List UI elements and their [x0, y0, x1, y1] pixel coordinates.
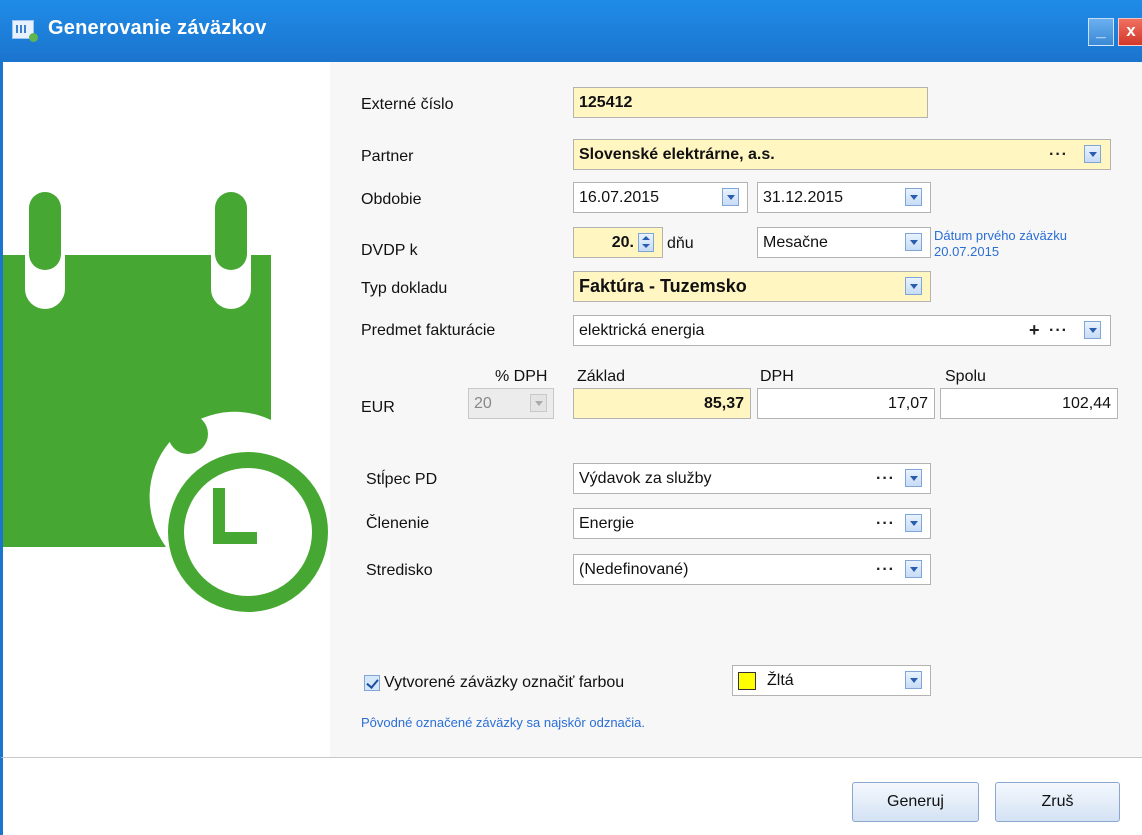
- first-liability-date: 20.07.2015: [934, 244, 1000, 259]
- division-dropdown-button[interactable]: [905, 514, 922, 532]
- vat-amount-value: 17,07: [887, 395, 928, 412]
- pd-column-more-button[interactable]: ···: [876, 464, 895, 493]
- footer: Generuj Zruš: [0, 757, 1142, 835]
- center-more-button[interactable]: ···: [876, 555, 895, 584]
- total-amount-value: 102,44: [1062, 395, 1111, 412]
- subject-field[interactable]: elektrická energia + ···: [573, 315, 1111, 346]
- color-select[interactable]: Žltá: [732, 665, 931, 696]
- external-number-label: Externé číslo: [361, 96, 454, 113]
- doc-type-value: Faktúra - Tuzemsko: [579, 276, 747, 296]
- center-select[interactable]: (Nedefinované) ···: [573, 554, 931, 585]
- center-dropdown-button[interactable]: [905, 560, 922, 578]
- first-liability-label: Dátum prvého záväzku: [934, 228, 1067, 243]
- vat-rate-select[interactable]: 20: [468, 388, 554, 419]
- base-amount-field[interactable]: 85,37: [573, 388, 751, 419]
- division-select[interactable]: Energie ···: [573, 508, 931, 539]
- title-bar: Generovanie záväzkov _ x: [0, 0, 1142, 62]
- vat-header: DPH: [760, 368, 794, 385]
- partner-field[interactable]: Slovenské elektrárne, a.s. ···: [573, 139, 1111, 170]
- frequency-value: Mesačne: [763, 234, 828, 251]
- subject-value: elektrická energia: [579, 322, 705, 339]
- vat-amount-field[interactable]: 17,07: [757, 388, 935, 419]
- total-amount-field[interactable]: 102,44: [940, 388, 1118, 419]
- color-dropdown-button[interactable]: [905, 671, 922, 689]
- division-value: Energie: [579, 515, 635, 532]
- external-number-value: 125412: [579, 94, 633, 111]
- external-number-field[interactable]: 125412: [573, 87, 928, 118]
- total-header: Spolu: [945, 368, 986, 385]
- period-to-field[interactable]: 31.12.2015: [757, 182, 931, 213]
- dvdp-spin-button[interactable]: [638, 233, 654, 252]
- subject-add-button[interactable]: +: [1029, 316, 1040, 345]
- close-button[interactable]: x: [1118, 18, 1142, 46]
- calendar-clock-icon: [3, 192, 328, 612]
- app-icon: [12, 20, 38, 42]
- window-title: Generovanie záväzkov: [48, 17, 267, 39]
- dvdp-day-value: 20.: [611, 234, 634, 251]
- pd-column-value: Výdavok za služby: [579, 470, 712, 487]
- mark-color-label: Vytvorené záväzky označiť farbou: [384, 674, 625, 691]
- base-header: Základ: [577, 368, 626, 385]
- doc-type-select[interactable]: Faktúra - Tuzemsko: [573, 271, 931, 302]
- generate-button[interactable]: Generuj: [852, 782, 979, 822]
- pd-column-select[interactable]: Výdavok za služby ···: [573, 463, 931, 494]
- frequency-select[interactable]: Mesačne: [757, 227, 931, 258]
- vat-rate-header: % DPH: [495, 368, 548, 385]
- subject-dropdown-button[interactable]: [1084, 321, 1101, 339]
- partner-dropdown-button[interactable]: [1084, 145, 1101, 163]
- partner-more-button[interactable]: ···: [1049, 140, 1068, 169]
- dvdp-day-stepper[interactable]: 20.: [573, 227, 663, 258]
- illustration-pane: [0, 62, 333, 757]
- period-from-dropdown-button[interactable]: [722, 188, 739, 206]
- dvdp-unit: dňu: [667, 235, 694, 252]
- division-more-button[interactable]: ···: [876, 509, 895, 538]
- vat-rate-dropdown-button[interactable]: [530, 394, 547, 412]
- partner-label: Partner: [361, 148, 414, 165]
- period-to-value: 31.12.2015: [763, 189, 844, 206]
- period-from-field[interactable]: 16.07.2015: [573, 182, 748, 213]
- pd-column-dropdown-button[interactable]: [905, 469, 922, 487]
- center-value: (Nedefinované): [579, 561, 689, 578]
- color-swatch: [738, 672, 756, 690]
- partner-value: Slovenské elektrárne, a.s.: [579, 146, 775, 163]
- subject-more-button[interactable]: ···: [1049, 316, 1068, 345]
- doc-type-dropdown-button[interactable]: [905, 277, 922, 295]
- base-amount-value: 85,37: [703, 395, 744, 412]
- period-from-value: 16.07.2015: [579, 189, 660, 206]
- note-text: Pôvodné označené záväzky sa najskôr odzn…: [361, 715, 646, 730]
- dvdp-label: DVDP k: [361, 242, 418, 259]
- subject-label: Predmet fakturácie: [361, 322, 496, 339]
- doc-type-label: Typ dokladu: [361, 280, 448, 297]
- pd-column-label: Stĺpec PD: [366, 471, 438, 488]
- currency-label: EUR: [361, 399, 395, 416]
- center-label: Stredisko: [366, 562, 433, 579]
- mark-color-checkbox[interactable]: [364, 675, 380, 691]
- color-value: Žltá: [767, 672, 794, 689]
- frequency-dropdown-button[interactable]: [905, 233, 922, 251]
- vat-rate-value: 20: [474, 395, 492, 412]
- division-label: Členenie: [366, 515, 430, 532]
- cancel-button[interactable]: Zruš: [995, 782, 1120, 822]
- form-panel: Externé číslo 125412 Partner Slovenské e…: [330, 62, 1142, 757]
- minimize-button[interactable]: _: [1088, 18, 1114, 46]
- period-to-dropdown-button[interactable]: [905, 188, 922, 206]
- period-label: Obdobie: [361, 191, 422, 208]
